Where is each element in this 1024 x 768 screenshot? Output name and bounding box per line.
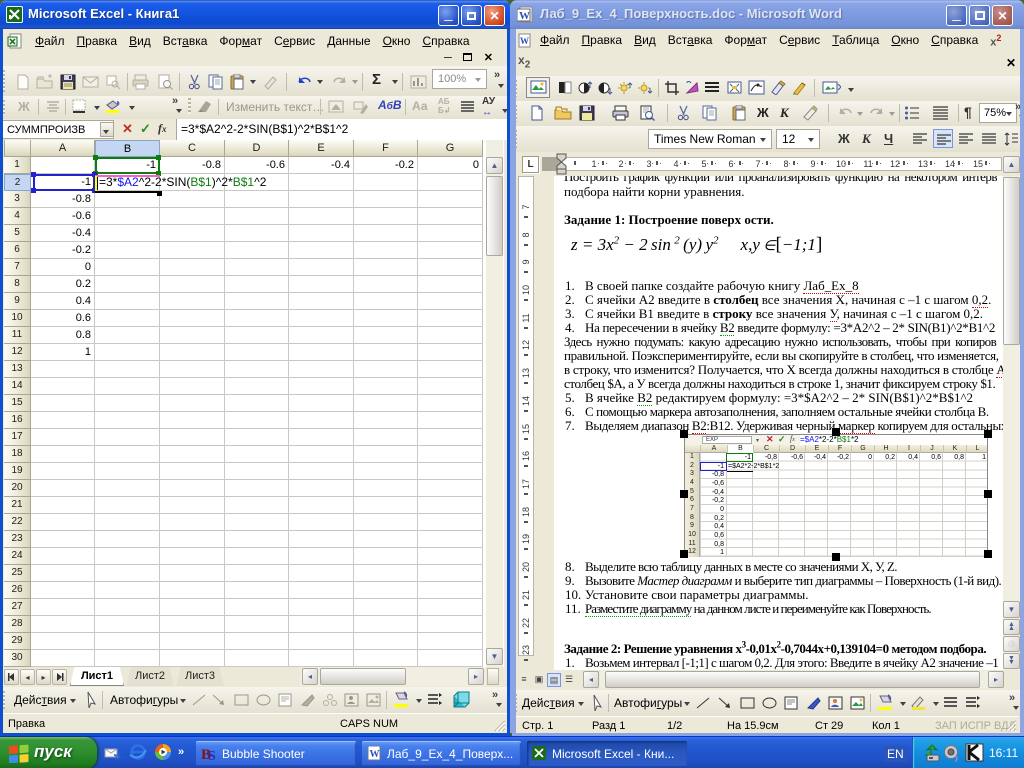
svg-text:W: W <box>370 749 380 760</box>
svg-text:W: W <box>520 36 529 46</box>
svg-text:S: S <box>208 749 216 762</box>
svg-text:W: W <box>519 10 530 22</box>
